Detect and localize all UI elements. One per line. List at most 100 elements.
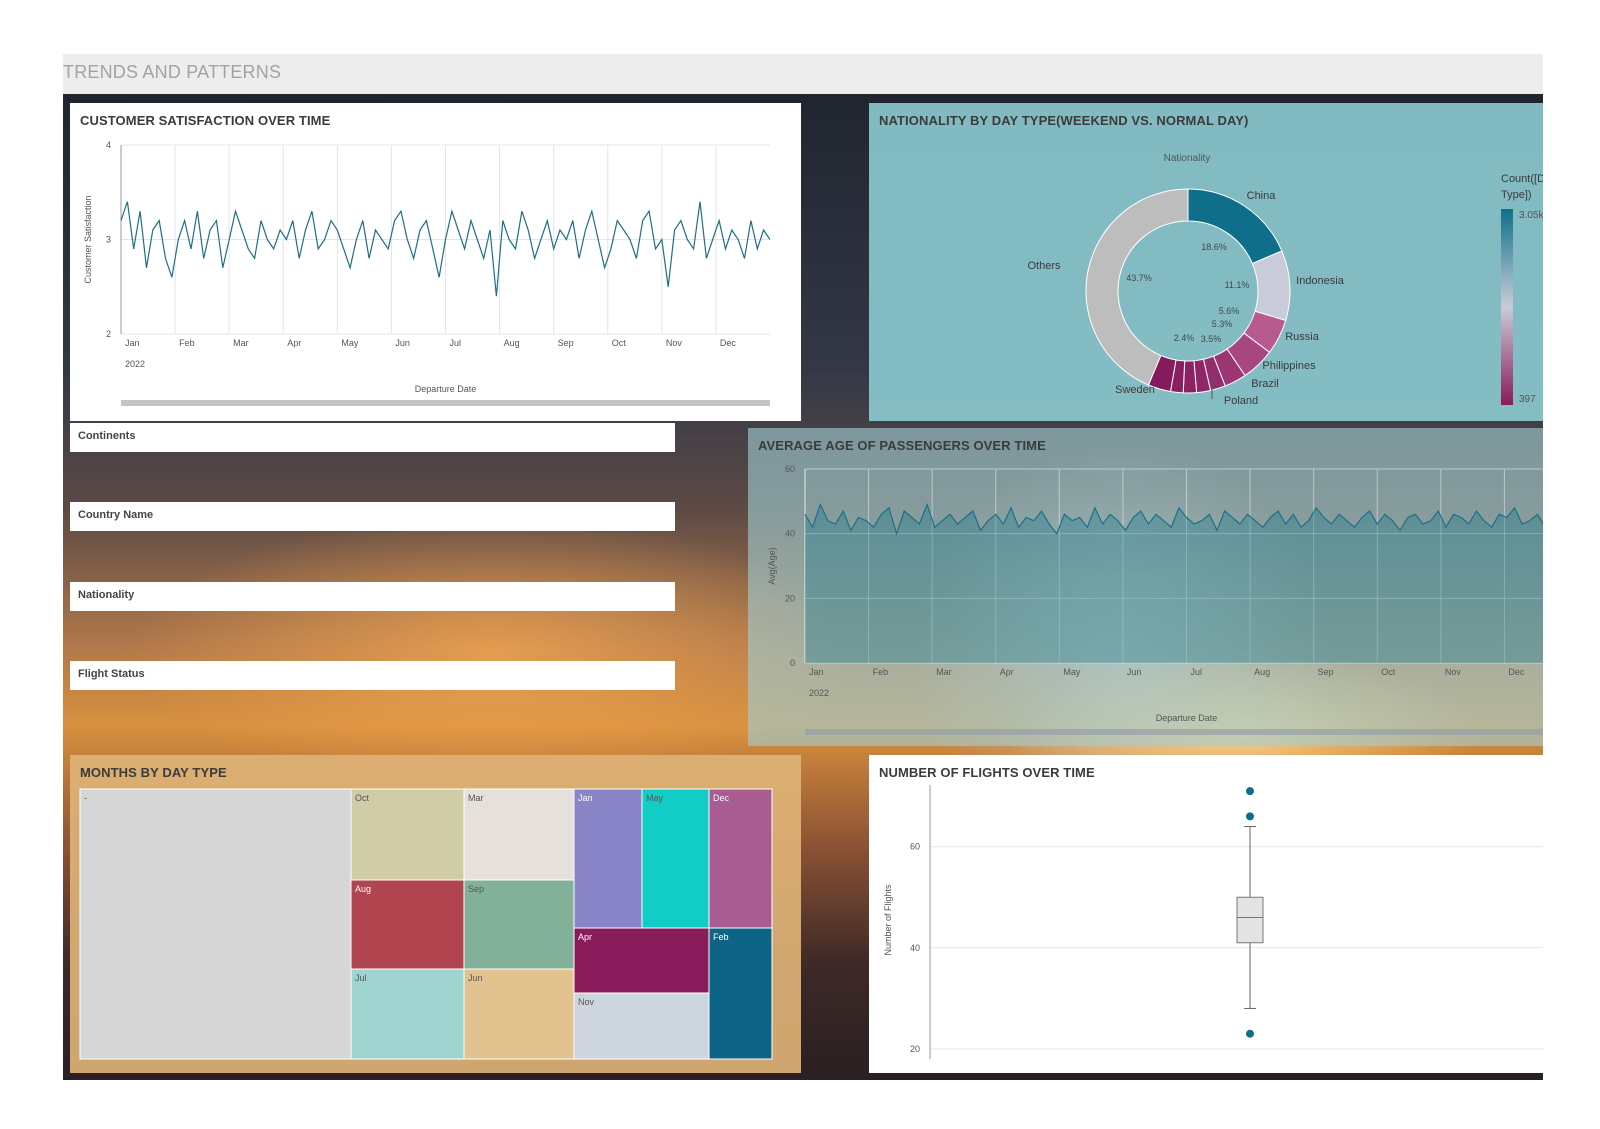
x-tick-label: Apr: [1000, 667, 1014, 677]
x-tick-label: Jul: [1191, 667, 1203, 677]
y-tick-label: 4: [106, 140, 111, 150]
treemap-cell-label: -: [84, 793, 87, 803]
x-tick-label: Jun: [1127, 667, 1142, 677]
slice-label: Others: [1027, 260, 1061, 272]
treemap-cell-label: Dec: [713, 793, 730, 803]
y-tick-label: 2: [106, 329, 111, 339]
months-by-day-type-panel[interactable]: MONTHS BY DAY TYPE - Oct Mar Aug Sep Jul Jun Ja…: [70, 755, 801, 1073]
x-tick-label: May: [1063, 667, 1081, 677]
y-tick-label: 40: [785, 529, 795, 539]
months-treemap[interactable]: - Oct Mar Aug Sep Jul Jun Jan May Dec Apr Feb Nov: [70, 755, 801, 1073]
x-tick-label: Jul: [450, 338, 462, 348]
x-year-label: 2022: [125, 359, 145, 369]
slice-percent-label: 3.5%: [1201, 334, 1222, 344]
treemap-cell-label: Nov: [578, 997, 595, 1007]
dashboard-canvas: CUSTOMER SATISFACTION OVER TIME 2 3 4 Jan Fe…: [63, 94, 1543, 1080]
treemap-cell: [641, 788, 710, 929]
y-axis-title: Customer Satisfaction: [83, 195, 93, 283]
outlier-point: [1246, 1029, 1254, 1038]
x-tick-label: Nov: [1445, 667, 1462, 677]
number-of-flights-boxplot[interactable]: 20 40 60 Number of Flights: [869, 755, 1543, 1073]
slice-percent-label: 5.3%: [1212, 319, 1233, 329]
x-tick-label: Oct: [612, 338, 627, 348]
treemap-cell: [708, 927, 773, 1060]
treemap-cell-label: Mar: [468, 793, 484, 803]
x-tick-label: Oct: [1381, 667, 1396, 677]
horizontal-scrollbar: [805, 729, 1543, 735]
x-axis-title: Departure Date: [1156, 713, 1218, 723]
area-fill: [805, 504, 1543, 663]
x-axis-title: Departure Date: [415, 384, 477, 394]
slice-percent-label: 5.6%: [1219, 306, 1240, 316]
treemap-cell: [350, 968, 465, 1060]
outlier-point: [1246, 812, 1254, 821]
treemap-cell: [573, 992, 710, 1060]
legend-title: Type]): [1501, 189, 1532, 201]
number-of-flights-panel[interactable]: NUMBER OF FLIGHTS OVER TIME 20 40 60 Number…: [869, 755, 1543, 1073]
x-tick-label: Sep: [1318, 667, 1334, 677]
chart-subtitle: Nationality: [1164, 153, 1211, 164]
x-tick-label: Jun: [395, 338, 410, 348]
treemap-cell-label: Jun: [468, 973, 483, 983]
slice-label: Indonesia: [1296, 275, 1345, 287]
treemap-cell-label: Jul: [355, 973, 367, 983]
average-age-panel[interactable]: AVERAGE AGE OF PASSENGERS OVER TIME 0 20 4…: [748, 428, 1543, 746]
x-tick-label: Mar: [233, 338, 249, 348]
x-tick-label: May: [341, 338, 359, 348]
box-iqr: [1236, 896, 1264, 944]
y-axis-title: Avg(Age): [767, 547, 777, 584]
x-year-label: 2022: [809, 688, 829, 698]
x-tick-label: Dec: [720, 338, 737, 348]
outlier-point: [1246, 787, 1254, 796]
customer-satisfaction-panel[interactable]: CUSTOMER SATISFACTION OVER TIME 2 3 4 Jan Fe…: [70, 103, 801, 421]
x-tick-label: Aug: [504, 338, 520, 348]
slice-percent-label: 2.4%: [1174, 333, 1195, 343]
x-tick-label: Feb: [179, 338, 195, 348]
x-tick-label: Aug: [1254, 667, 1270, 677]
treemap-cell-label: Jan: [578, 793, 593, 803]
slice-label: Russia: [1285, 331, 1320, 343]
legend-color-bar: [1501, 209, 1513, 405]
x-tick-label: Nov: [666, 338, 683, 348]
filter-country-name[interactable]: Country Name: [70, 502, 675, 531]
x-tick-label: Sep: [558, 338, 574, 348]
filter-continents[interactable]: Continents: [70, 423, 675, 452]
y-tick-label: 60: [785, 464, 795, 474]
filter-label: Nationality: [78, 589, 135, 601]
horizontal-scrollbar: [121, 400, 770, 406]
nationality-panel[interactable]: NATIONALITY BY DAY TYPE(WEEKEND VS. NORM…: [869, 103, 1543, 421]
slice-label: China: [1247, 190, 1277, 202]
donut-slice: [1251, 250, 1291, 322]
y-axis-title: Number of Flights: [883, 884, 893, 956]
donut-slice: [1085, 188, 1189, 386]
treemap-cell: [79, 788, 352, 1060]
x-tick-label: Jan: [125, 338, 140, 348]
y-tick-label: 40: [910, 943, 920, 953]
nationality-donut-chart[interactable]: Nationality 18.6% China 11.1% Indonesia 5.6% R…: [869, 103, 1543, 421]
y-tick-label: 20: [910, 1044, 920, 1054]
dashboard-header: TRENDS AND PATTERNS: [63, 54, 1543, 94]
x-tick-label: Apr: [287, 338, 301, 348]
treemap-cell-label: Aug: [355, 884, 371, 894]
average-age-chart[interactable]: 0 20 40 60 Jan Feb Mar Apr May Jun Jul Aug Sep Oct Nov…: [748, 428, 1543, 746]
legend-max-label: 3.05k: [1519, 210, 1543, 221]
filter-nationality[interactable]: Nationality: [70, 582, 675, 611]
page-title: TRENDS AND PATTERNS: [63, 62, 282, 82]
x-tick-label: Dec: [1508, 667, 1525, 677]
treemap-cell: [573, 927, 710, 994]
slice-percent-label: 18.6%: [1201, 242, 1227, 252]
y-tick-label: 3: [106, 235, 111, 245]
x-tick-label: Feb: [873, 667, 889, 677]
donut-slice: [1182, 360, 1198, 394]
customer-satisfaction-chart[interactable]: 2 3 4 Jan Feb Mar Apr May Jun Jul Aug Sep Oct Nov Dec 2…: [70, 103, 801, 421]
legend-title: Count([Day: [1501, 173, 1543, 185]
filter-label: Flight Status: [78, 668, 145, 680]
y-tick-label: 60: [910, 842, 920, 852]
legend-min-label: 397: [1519, 394, 1536, 405]
treemap-cell: [573, 788, 643, 929]
slice-percent-label: 43.7%: [1126, 273, 1152, 283]
treemap-cell-label: Sep: [468, 884, 484, 894]
y-tick-label: 20: [785, 593, 795, 603]
x-tick-label: Jan: [809, 667, 824, 677]
filter-flight-status[interactable]: Flight Status: [70, 661, 675, 690]
